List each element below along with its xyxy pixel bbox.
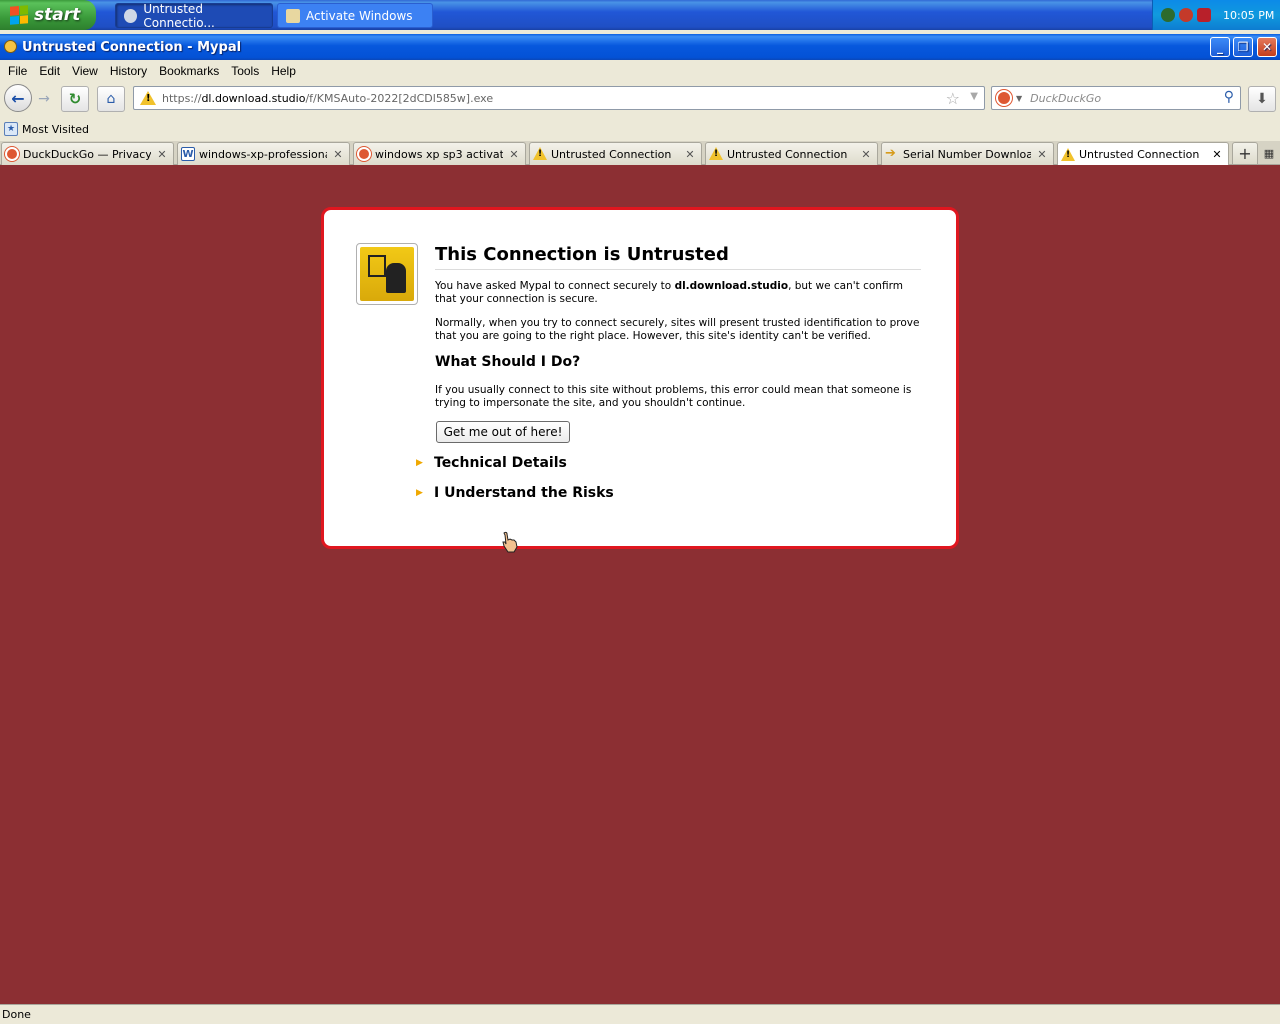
tab-list-icon[interactable]: ▦	[1262, 145, 1276, 161]
bookmark-star-icon[interactable]: ☆	[946, 89, 960, 108]
security-officer-icon	[356, 243, 418, 305]
close-icon[interactable]: ✕	[1210, 148, 1224, 161]
url-bar[interactable]: https://dl.download.studio/f/KMSAuto-202…	[133, 86, 985, 110]
menu-bar: File Edit View History Bookmarks Tools H…	[0, 60, 1280, 82]
expander-label: I Understand the Risks	[434, 485, 614, 501]
tab-label: Untrusted Connection	[551, 147, 672, 161]
chevron-down-icon[interactable]: ▼	[1016, 94, 1022, 103]
tab-label: Untrusted Connection	[1079, 148, 1200, 161]
error-paragraph-3: If you usually connect to this site with…	[435, 384, 912, 409]
get-me-out-button[interactable]: Get me out of here!	[436, 421, 570, 443]
status-bar: Done	[0, 1004, 1280, 1024]
tray-network-icon[interactable]	[1179, 8, 1193, 22]
w-icon: W	[181, 147, 195, 161]
close-icon[interactable]: ✕	[507, 148, 521, 161]
downloads-button[interactable]: ⬇	[1248, 86, 1276, 112]
taskbar-item-mypal[interactable]: Untrusted Connectio...	[115, 1, 273, 30]
tab-windows-xp-professional[interactable]: W windows-xp-professional... ✕	[177, 142, 350, 165]
back-button[interactable]: ←	[4, 84, 32, 112]
tab-label: windows xp sp3 activatio...	[375, 147, 503, 161]
duckduckgo-icon	[357, 147, 371, 161]
warning-icon[interactable]	[140, 91, 156, 105]
window-titlebar[interactable]: Untrusted Connection - Mypal _ ❐ ✕	[0, 34, 1280, 60]
menu-help[interactable]: Help	[265, 62, 302, 80]
technical-details-expander[interactable]: ▶ Technical Details	[416, 455, 567, 471]
warning-icon	[1061, 147, 1075, 162]
url-text: https://dl.download.studio/f/KMSAuto-202…	[162, 91, 494, 105]
duckduckgo-icon[interactable]	[996, 90, 1012, 106]
restore-button[interactable]: ❐	[1233, 37, 1253, 57]
tab-label: windows-xp-professional...	[199, 147, 327, 161]
windows-logo-icon	[10, 5, 28, 25]
system-tray: 10:05 PM	[1152, 0, 1280, 30]
bookmarks-toolbar: ★ Most Visited	[0, 118, 1280, 140]
mypal-icon	[124, 8, 138, 23]
menu-bookmarks[interactable]: Bookmarks	[153, 62, 225, 80]
key-icon	[286, 8, 300, 23]
search-bar[interactable]: ▼ DuckDuckGo ⚲	[991, 86, 1241, 110]
start-button[interactable]: start	[0, 0, 96, 30]
close-icon[interactable]: ✕	[859, 148, 873, 161]
expander-label: Technical Details	[434, 455, 567, 471]
menu-history[interactable]: History	[104, 62, 153, 80]
close-icon[interactable]: ✕	[155, 148, 169, 161]
close-icon[interactable]: ✕	[1035, 148, 1049, 161]
start-label: start	[34, 5, 81, 25]
window-title: Untrusted Connection - Mypal	[22, 39, 242, 55]
tab-windows-xp-sp3[interactable]: windows xp sp3 activatio... ✕	[353, 142, 526, 165]
taskbar: start Untrusted Connectio... Activate Wi…	[0, 0, 1280, 30]
tab-strip: DuckDuckGo — Privacy, s... ✕ W windows-x…	[0, 141, 1280, 166]
tab-duckduckgo[interactable]: DuckDuckGo — Privacy, s... ✕	[1, 142, 174, 165]
host-name: dl.download.studio	[674, 280, 789, 292]
search-placeholder: DuckDuckGo	[1030, 91, 1102, 105]
tab-label: Serial Number Download	[903, 147, 1031, 161]
home-button[interactable]: ⌂	[97, 86, 125, 112]
tab-label: DuckDuckGo — Privacy, s...	[23, 147, 151, 161]
warning-icon	[709, 147, 723, 161]
page-content: This Connection is Untrusted You have as…	[0, 165, 1280, 1004]
understand-risks-expander[interactable]: ▶ I Understand the Risks	[416, 485, 614, 501]
reload-button[interactable]: ↻	[61, 86, 89, 112]
tray-app-icon[interactable]	[1161, 8, 1175, 22]
taskbar-item-activate-windows[interactable]: Activate Windows	[277, 3, 433, 28]
tab-untrusted-2[interactable]: Untrusted Connection ✕	[705, 142, 878, 165]
tab-untrusted-active[interactable]: Untrusted Connection ✕	[1057, 142, 1229, 166]
new-tab-button[interactable]: +	[1232, 142, 1258, 165]
menu-tools[interactable]: Tools	[225, 62, 265, 80]
close-icon[interactable]: ✕	[683, 148, 697, 161]
bookmark-most-visited[interactable]: Most Visited	[22, 123, 89, 136]
error-paragraph-2: Normally, when you try to connect secure…	[435, 317, 920, 342]
navigation-toolbar: ← → ↻ ⌂ https://dl.download.studio/f/KMS…	[0, 82, 1280, 116]
tab-untrusted-1[interactable]: Untrusted Connection ✕	[529, 142, 702, 165]
taskbar-item-label: Activate Windows	[306, 8, 413, 23]
clock[interactable]: 10:05 PM	[1223, 9, 1274, 22]
tab-serial-number[interactable]: ➔ Serial Number Download ✕	[881, 142, 1054, 165]
status-text: Done	[2, 1008, 31, 1021]
chevron-down-icon[interactable]: ▼	[970, 91, 978, 102]
expand-arrow-icon: ▶	[416, 458, 423, 468]
mypal-icon[interactable]	[4, 40, 17, 53]
taskbar-item-label: Untrusted Connectio...	[143, 1, 215, 30]
close-button[interactable]: ✕	[1257, 37, 1277, 57]
expand-arrow-icon: ▶	[416, 488, 423, 498]
menu-file[interactable]: File	[2, 62, 33, 80]
arrow-icon: ➔	[885, 146, 896, 161]
minimize-button[interactable]: _	[1210, 37, 1230, 57]
warning-icon	[533, 147, 547, 161]
tray-shield-icon[interactable]	[1197, 8, 1211, 22]
error-paragraph-1: You have asked Mypal to connect securely…	[435, 280, 903, 305]
search-icon[interactable]: ⚲	[1224, 89, 1234, 105]
error-dialog: This Connection is Untrusted You have as…	[321, 207, 959, 549]
forward-button[interactable]: →	[33, 86, 55, 112]
duckduckgo-icon	[5, 147, 19, 161]
error-title: This Connection is Untrusted	[435, 244, 921, 270]
menu-view[interactable]: View	[66, 62, 104, 80]
most-visited-icon: ★	[4, 122, 18, 136]
tab-label: Untrusted Connection	[727, 147, 848, 161]
menu-edit[interactable]: Edit	[33, 62, 66, 80]
close-icon[interactable]: ✕	[331, 148, 345, 161]
what-should-i-do-heading: What Should I Do?	[435, 354, 581, 370]
hand-cursor-icon	[502, 531, 518, 553]
